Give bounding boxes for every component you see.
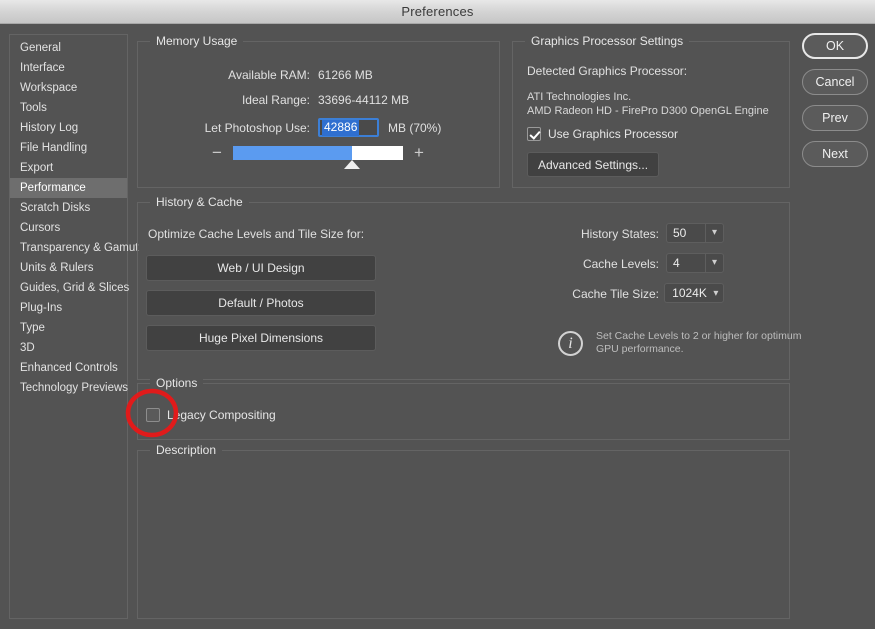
legacy-compositing-row[interactable]: Legacy Compositing [146,408,276,422]
preset-button-label: Default / Photos [218,296,303,310]
sidebar-item-workspace[interactable]: Workspace [10,78,127,98]
optimize-cache-label: Optimize Cache Levels and Tile Size for: [148,227,364,241]
cache-levels-value: 4 [667,256,705,270]
prev-button[interactable]: Prev [802,105,868,131]
cancel-button-label: Cancel [816,75,855,89]
description-title: Description [150,443,222,457]
history-cache-group: History & Cache Optimize Cache Levels an… [137,202,790,380]
history-states-combo[interactable]: 50 ▾ [666,223,724,243]
cache-info-text: Set Cache Levels to 2 or higher for opti… [596,330,811,356]
ideal-range-value: 33696-44112 MB [318,93,409,107]
options-group: Options Legacy Compositing [137,383,790,440]
sidebar-item-3d[interactable]: 3D [10,338,127,358]
sidebar-item-plug-ins[interactable]: Plug-Ins [10,298,127,318]
preset-button-label: Web / UI Design [217,261,304,275]
detected-gpu-label: Detected Graphics Processor: [527,64,687,78]
memory-usage-title: Memory Usage [150,34,243,48]
sidebar-item-file-handling[interactable]: File Handling [10,138,127,158]
available-ram-label: Available RAM: [138,68,310,82]
available-ram-value: 61266 MB [318,68,373,82]
sidebar-item-performance[interactable]: Performance [10,178,127,198]
ideal-range-row: Ideal Range: 33696-44112 MB [138,93,483,107]
plus-icon[interactable]: + [412,147,426,159]
next-button[interactable]: Next [802,141,868,167]
legacy-compositing-checkbox[interactable] [146,408,160,422]
cache-tile-size-value: 1024K [666,286,710,300]
graphics-processor-title: Graphics Processor Settings [525,34,689,48]
sidebar-item-tools[interactable]: Tools [10,98,127,118]
let-photoshop-use-row: Let Photoshop Use: 42886 MB (70%) [138,118,483,137]
ok-button[interactable]: OK [802,33,868,59]
sidebar-item-type[interactable]: Type [10,318,127,338]
memory-slider-track[interactable] [233,146,403,160]
ideal-range-label: Ideal Range: [138,93,310,107]
chevron-down-icon[interactable]: ▾ [705,254,723,272]
history-states-value: 50 [667,226,705,240]
sidebar-item-technology-previews[interactable]: Technology Previews [10,378,127,398]
history-cache-title: History & Cache [150,195,249,209]
preferences-dialog: GeneralInterfaceWorkspaceToolsHistory Lo… [0,25,875,629]
prev-button-label: Prev [822,111,848,125]
memory-amount-input[interactable]: 42886 [318,118,379,137]
memory-usage-group: Memory Usage Available RAM: 61266 MB Ide… [137,41,500,188]
cache-levels-label: Cache Levels: [516,257,659,271]
memory-slider-fill [233,146,352,160]
memory-slider[interactable]: − + [210,146,426,160]
legacy-compositing-label: Legacy Compositing [167,408,276,422]
gpu-vendor: ATI Technologies Inc. [527,90,631,104]
advanced-settings-label: Advanced Settings... [538,158,648,172]
available-ram-row: Available RAM: 61266 MB [138,68,483,82]
cache-tile-size-label: Cache Tile Size: [506,287,659,301]
info-circle-icon: i [558,331,583,356]
sidebar-item-guides-grid-slices[interactable]: Guides, Grid & Slices [10,278,127,298]
ok-button-label: OK [826,39,844,53]
window-titlebar: Preferences [0,0,875,24]
sidebar-item-enhanced-controls[interactable]: Enhanced Controls [10,358,127,378]
advanced-settings-button[interactable]: Advanced Settings... [527,152,659,177]
preset-button-default-photos[interactable]: Default / Photos [146,290,376,316]
preferences-category-list[interactable]: GeneralInterfaceWorkspaceToolsHistory Lo… [9,34,128,619]
preset-button-label: Huge Pixel Dimensions [199,331,323,345]
sidebar-item-export[interactable]: Export [10,158,127,178]
chevron-down-icon[interactable]: ▾ [705,224,723,242]
gpu-device: AMD Radeon HD - FirePro D300 OpenGL Engi… [527,104,769,118]
sidebar-item-units-rulers[interactable]: Units & Rulers [10,258,127,278]
preset-button-huge-pixel-dimensions[interactable]: Huge Pixel Dimensions [146,325,376,351]
chevron-down-icon[interactable]: ▾ [710,288,722,299]
options-title: Options [150,376,203,390]
memory-amount-value: 42886 [322,120,359,136]
minus-icon[interactable]: − [210,147,224,159]
sidebar-item-transparency-gamut[interactable]: Transparency & Gamut [10,238,127,258]
cache-tile-size-dropdown[interactable]: 1024K ▾ [664,283,724,303]
sidebar-item-general[interactable]: General [10,38,127,58]
history-states-label: History States: [516,227,659,241]
cancel-button[interactable]: Cancel [802,69,868,95]
sidebar-item-history-log[interactable]: History Log [10,118,127,138]
cache-levels-combo[interactable]: 4 ▾ [666,253,724,273]
sidebar-item-cursors[interactable]: Cursors [10,218,127,238]
window-title: Preferences [401,4,473,19]
use-graphics-processor-checkbox[interactable] [527,127,541,141]
use-graphics-processor-label: Use Graphics Processor [548,127,678,141]
sidebar-item-scratch-disks[interactable]: Scratch Disks [10,198,127,218]
memory-slider-thumb[interactable] [344,160,360,169]
let-photoshop-use-label: Let Photoshop Use: [138,121,310,135]
preset-button-web-ui-design[interactable]: Web / UI Design [146,255,376,281]
use-graphics-processor-row[interactable]: Use Graphics Processor [527,127,678,141]
next-button-label: Next [822,147,848,161]
description-group: Description [137,450,790,619]
memory-unit-percent-label: MB (70%) [388,121,441,135]
graphics-processor-group: Graphics Processor Settings Detected Gra… [512,41,790,188]
sidebar-item-interface[interactable]: Interface [10,58,127,78]
